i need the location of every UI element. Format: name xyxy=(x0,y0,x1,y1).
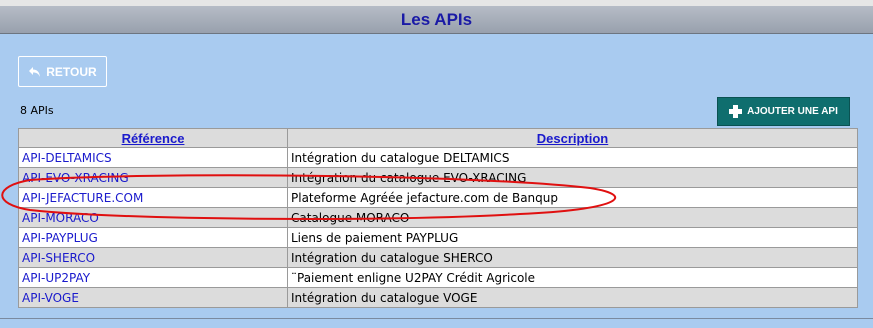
add-api-button-label: AJOUTER UNE API xyxy=(747,106,838,117)
table-row[interactable]: API-PAYPLUG Liens de paiement PAYPLUG xyxy=(18,227,858,248)
api-description: Intégration du catalogue EVO-XRACING xyxy=(287,167,858,188)
back-button[interactable]: RETOUR xyxy=(18,56,107,87)
undo-arrow-icon xyxy=(28,66,41,78)
sort-by-description-link[interactable]: Description xyxy=(537,131,609,146)
plus-icon xyxy=(729,105,743,118)
api-reference-link[interactable]: API-DELTAMICS xyxy=(18,147,288,168)
sort-by-reference-link[interactable]: Référence xyxy=(122,131,185,146)
api-description: Plateforme Agréée jefacture.com de Banqu… xyxy=(287,187,858,208)
api-table: Référence Description API-DELTAMICS Inté… xyxy=(18,128,858,308)
table-row[interactable]: API-JEFACTURE.COM Plateforme Agréée jefa… xyxy=(18,187,858,208)
table-row[interactable]: API-VOGE Intégration du catalogue VOGE xyxy=(18,287,858,308)
api-reference-link[interactable]: API-EVO-XRACING xyxy=(18,167,288,188)
footer-strip xyxy=(0,319,873,328)
api-reference-link[interactable]: API-MORACO xyxy=(18,207,288,228)
api-reference-link[interactable]: API-VOGE xyxy=(18,287,288,308)
api-description: ¨Paiement enligne U2PAY Crédit Agricole xyxy=(287,267,858,288)
api-reference-link[interactable]: API-PAYPLUG xyxy=(18,227,288,248)
api-reference-link[interactable]: API-UP2PAY xyxy=(18,267,288,288)
table-row[interactable]: API-UP2PAY ¨Paiement enligne U2PAY Crédi… xyxy=(18,267,858,288)
api-description: Intégration du catalogue DELTAMICS xyxy=(287,147,858,168)
table-row[interactable]: API-DELTAMICS Intégration du catalogue D… xyxy=(18,147,858,168)
table-row[interactable]: API-SHERCO Intégration du catalogue SHER… xyxy=(18,247,858,268)
title-bar: Les APIs xyxy=(0,6,873,34)
api-description: Intégration du catalogue VOGE xyxy=(287,287,858,308)
column-header-description[interactable]: Description xyxy=(287,128,858,148)
table-row[interactable]: API-MORACO Catalogue MORACO xyxy=(18,207,858,228)
table-header-row: Référence Description xyxy=(18,128,858,148)
api-description: Intégration du catalogue SHERCO xyxy=(287,247,858,268)
page-title: Les APIs xyxy=(400,9,473,29)
api-count: 8 APIs xyxy=(20,104,54,117)
table-row[interactable]: API-EVO-XRACING Intégration du catalogue… xyxy=(18,167,858,188)
api-reference-link[interactable]: API-JEFACTURE.COM xyxy=(18,187,288,208)
add-api-button[interactable]: AJOUTER UNE API xyxy=(717,97,850,126)
api-reference-link[interactable]: API-SHERCO xyxy=(18,247,288,268)
back-button-label: RETOUR xyxy=(46,64,97,79)
column-header-reference[interactable]: Référence xyxy=(18,128,288,148)
api-description: Catalogue MORACO xyxy=(287,207,858,228)
api-description: Liens de paiement PAYPLUG xyxy=(287,227,858,248)
